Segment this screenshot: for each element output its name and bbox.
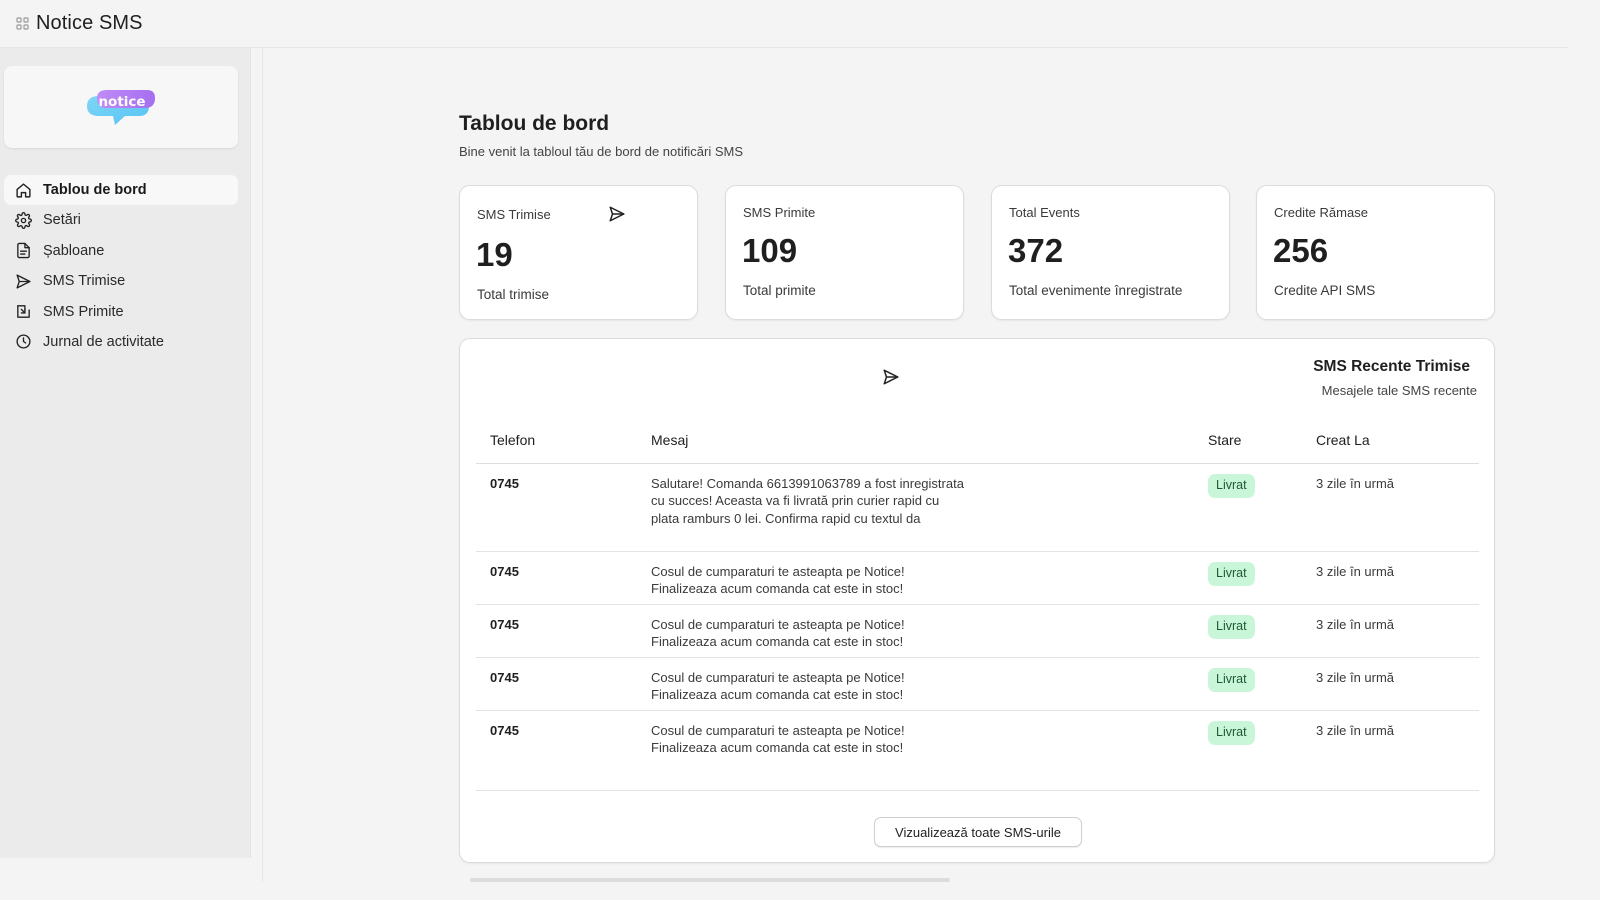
table-row[interactable]: 0745 Salutare! Comanda 6613991063789 a f… <box>476 464 1479 552</box>
sidebar-item-dashboard[interactable]: Tablou de bord <box>4 175 238 205</box>
status-cell: Livrat <box>1208 615 1255 640</box>
table-row[interactable]: 0745 Cosul de cumparaturi te asteapta pe… <box>476 658 1479 711</box>
message-cell: Cosul de cumparaturi te asteapta pe Noti… <box>651 617 905 650</box>
stat-card-credits: Credite Rămase 256 Credite API SMS <box>1256 185 1495 320</box>
view-all-sms-button[interactable]: Vizualizează toate SMS-urile <box>874 817 1082 847</box>
phone-cell: 0745 <box>490 617 519 632</box>
page-title: Tablou de bord <box>459 112 610 135</box>
status-badge: Livrat <box>1208 668 1255 693</box>
status-cell: Livrat <box>1208 668 1255 693</box>
stat-value: 19 <box>476 236 513 273</box>
sidebar-item-label: Setări <box>43 212 81 229</box>
stat-card-sms-sent: SMS Trimise 19 Total trimise <box>459 185 698 320</box>
document-icon <box>14 242 32 260</box>
recent-sms-card: SMS Recente Trimise Mesajele tale SMS re… <box>459 338 1495 863</box>
sidebar-item-sms-received[interactable]: SMS Primite <box>4 297 238 327</box>
stat-card-total-events: Total Events 372 Total evenimente înregi… <box>991 185 1230 320</box>
stat-value: 372 <box>1008 232 1064 269</box>
column-header-phone[interactable]: Telefon <box>490 432 535 448</box>
sidebar-item-label: SMS Primite <box>43 303 124 320</box>
home-icon <box>14 181 32 199</box>
table-row[interactable]: 0745 Cosul de cumparaturi te asteapta pe… <box>476 711 1479 771</box>
send-icon <box>14 272 32 290</box>
stat-label: SMS Primite <box>743 205 816 220</box>
sidebar-item-activity-log[interactable]: Jurnal de activitate <box>4 327 238 357</box>
status-cell: Livrat <box>1208 721 1255 746</box>
stat-card-sms-received: SMS Primite 109 Total primite <box>725 185 964 320</box>
sidebar-nav: Tablou de bord Setări Șabloane SMS Trimi… <box>4 175 238 357</box>
stat-label: Credite Rămase <box>1274 205 1368 220</box>
column-header-status[interactable]: Stare <box>1208 432 1241 448</box>
table-header: Telefon Mesaj Stare Creat La <box>476 425 1479 464</box>
sidebar-item-settings[interactable]: Setări <box>4 205 238 235</box>
clock-icon <box>14 333 32 351</box>
message-cell: Cosul de cumparaturi te asteapta pe Noti… <box>651 670 905 703</box>
created-cell: 3 zile în urmă <box>1316 723 1395 738</box>
phone-cell: 0745 <box>490 670 519 685</box>
sidebar-footer-strip <box>0 858 262 882</box>
table-row[interactable]: 0745 Cosul de cumparaturi te asteapta pe… <box>476 552 1479 605</box>
sidebar-item-label: Șabloane <box>43 242 105 259</box>
main-divider <box>262 48 263 882</box>
created-cell: 3 zile în urmă <box>1316 564 1395 579</box>
status-badge: Livrat <box>1208 474 1255 499</box>
stat-label: SMS Trimise <box>477 207 551 222</box>
logo-text: notice <box>98 94 145 110</box>
stat-value: 256 <box>1273 232 1329 269</box>
send-icon <box>882 368 900 386</box>
phone-cell: 0745 <box>490 723 519 738</box>
column-header-message[interactable]: Mesaj <box>651 432 688 448</box>
status-badge: Livrat <box>1208 721 1255 746</box>
created-cell: 3 zile în urmă <box>1316 670 1395 685</box>
status-badge: Livrat <box>1208 562 1255 587</box>
logo-card[interactable]: notice <box>4 66 238 148</box>
phone-cell: 0745 <box>490 564 519 579</box>
table-row[interactable]: 0745 Cosul de cumparaturi te asteapta pe… <box>476 605 1479 658</box>
app-grid-icon <box>14 16 30 32</box>
table-footer-divider <box>476 790 1479 791</box>
sidebar: notice Tablou de bord Setări Șabloane SM… <box>0 48 251 858</box>
notice-logo: notice <box>87 90 155 125</box>
created-cell: 3 zile în urmă <box>1316 617 1395 632</box>
stat-caption: Total evenimente înregistrate <box>1009 283 1183 298</box>
sidebar-item-label: Jurnal de activitate <box>43 333 164 350</box>
created-cell: 3 zile în urmă <box>1316 476 1395 491</box>
sidebar-item-label: SMS Trimise <box>43 273 126 290</box>
phone-cell: 0745 <box>490 476 519 491</box>
gear-icon <box>14 211 32 229</box>
stat-caption: Total trimise <box>477 287 550 302</box>
stat-caption: Credite API SMS <box>1274 283 1376 298</box>
sidebar-item-label: Tablou de bord <box>43 182 147 198</box>
status-cell: Livrat <box>1208 474 1255 499</box>
stat-label: Total Events <box>1009 205 1080 220</box>
message-cell: Salutare! Comanda 6613991063789 a fost i… <box>651 476 964 526</box>
status-badge: Livrat <box>1208 615 1255 640</box>
status-cell: Livrat <box>1208 562 1255 587</box>
column-header-created[interactable]: Creat La <box>1316 432 1370 448</box>
send-icon <box>608 205 626 223</box>
stat-caption: Total primite <box>743 283 816 298</box>
sidebar-item-sms-sent[interactable]: SMS Trimise <box>4 266 238 296</box>
message-cell: Cosul de cumparaturi te asteapta pe Noti… <box>651 723 905 756</box>
sms-table: Telefon Mesaj Stare Creat La 0745 Saluta… <box>476 425 1479 771</box>
scroll-edge <box>470 878 950 882</box>
recent-title: SMS Recente Trimise <box>1313 358 1470 375</box>
top-bar: Notice SMS <box>0 0 1568 48</box>
page-subtitle: Bine venit la tabloul tău de bord de not… <box>459 144 744 159</box>
message-cell: Cosul de cumparaturi te asteapta pe Noti… <box>651 564 905 597</box>
stat-value: 109 <box>742 232 798 269</box>
inbox-icon <box>14 303 32 321</box>
app-title: Notice SMS <box>36 12 143 34</box>
sidebar-item-templates[interactable]: Șabloane <box>4 236 238 266</box>
recent-subtitle: Mesajele tale SMS recente <box>1321 383 1477 398</box>
